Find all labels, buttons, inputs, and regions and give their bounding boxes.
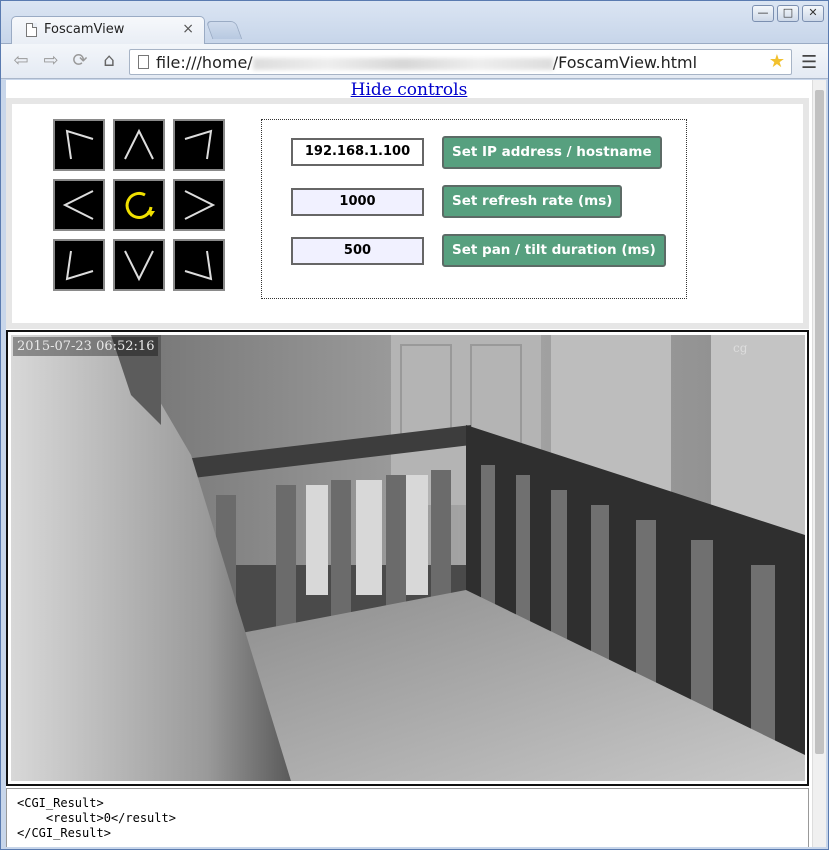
- pan-tilt-down-left-button[interactable]: [53, 239, 105, 291]
- bookmark-star-icon[interactable]: ★: [769, 51, 785, 72]
- page-icon: [26, 23, 37, 37]
- new-tab-button[interactable]: [205, 21, 243, 39]
- pan-tilt-up-button[interactable]: [113, 119, 165, 171]
- hide-controls-link[interactable]: Hide controls: [6, 80, 812, 100]
- refresh-icon: [125, 191, 155, 219]
- cgi-line: </CGI_Result>: [17, 826, 111, 840]
- pan-tilt-up-left-button[interactable]: [53, 119, 105, 171]
- arrow-down-right-icon: [184, 250, 213, 281]
- arrow-up-left-icon: [65, 129, 94, 160]
- arrow-up-icon: [124, 128, 154, 160]
- home-icon[interactable]: ⌂: [97, 50, 121, 72]
- cgi-line: <CGI_Result>: [17, 796, 104, 810]
- minimize-button[interactable]: —: [752, 5, 774, 22]
- camera-overlay-text: cg: [733, 341, 748, 355]
- tab-strip: FoscamView × — □ ✕: [1, 1, 828, 44]
- pan-tilt-right-button[interactable]: [173, 179, 225, 231]
- camera-frame: 2015-07-23 06:52:16 cg: [6, 330, 809, 786]
- arrow-down-left-icon: [65, 250, 94, 281]
- camera-image[interactable]: 2015-07-23 06:52:16 cg: [11, 335, 805, 781]
- tab-title: FoscamView: [44, 22, 125, 37]
- arrow-down-icon: [124, 250, 154, 282]
- scrollbar-thumb[interactable]: [815, 90, 824, 754]
- url-text: file:///home//FoscamView.html: [156, 53, 698, 72]
- close-tab-icon[interactable]: ×: [182, 21, 194, 37]
- pan-tilt-center-button[interactable]: [113, 179, 165, 231]
- browser-toolbar: ⇦ ⇨ ⟳ ⌂ file:///home//FoscamView.html ★ …: [1, 43, 828, 79]
- set-pan-tilt-duration-button[interactable]: Set pan / tilt duration (ms): [442, 234, 666, 267]
- pan-tilt-left-button[interactable]: [53, 179, 105, 231]
- arrow-up-right-icon: [184, 129, 213, 160]
- pan-tilt-down-right-button[interactable]: [173, 239, 225, 291]
- page-icon: [138, 55, 149, 69]
- pan-tilt-duration-input[interactable]: 500: [291, 237, 424, 265]
- tab-foscamview[interactable]: FoscamView ×: [11, 16, 205, 44]
- pan-tilt-down-button[interactable]: [113, 239, 165, 291]
- browser-window: FoscamView × — □ ✕ ⇦ ⇨ ⟳ ⌂ file:///home/…: [0, 0, 829, 850]
- page-viewport: Hide controls 192.168.1.100 Set IP addre…: [6, 80, 812, 847]
- camera-timestamp: 2015-07-23 06:52:16: [13, 337, 159, 356]
- cgi-result-frame: <CGI_Result> <result>0</result> </CGI_Res…: [6, 788, 809, 847]
- back-icon[interactable]: ⇦: [9, 50, 33, 72]
- settings-box: 192.168.1.100 Set IP address / hostname …: [261, 119, 687, 299]
- crib-scene-image: [11, 335, 805, 781]
- address-bar[interactable]: file:///home//FoscamView.html ★: [129, 49, 792, 75]
- arrow-right-icon: [184, 190, 216, 220]
- refresh-rate-input[interactable]: 1000: [291, 188, 424, 216]
- set-ip-button[interactable]: Set IP address / hostname: [442, 136, 662, 169]
- maximize-button[interactable]: □: [777, 5, 799, 22]
- set-refresh-rate-button[interactable]: Set refresh rate (ms): [442, 185, 623, 218]
- ip-address-input[interactable]: 192.168.1.100: [291, 138, 424, 166]
- forward-icon[interactable]: ⇨: [39, 50, 63, 72]
- reload-icon[interactable]: ⟳: [68, 50, 92, 72]
- controls-inner: 192.168.1.100 Set IP address / hostname …: [12, 104, 803, 323]
- vertical-scrollbar[interactable]: [812, 80, 826, 847]
- menu-icon[interactable]: ☰: [801, 52, 817, 73]
- cgi-line: <result>0</result>: [17, 811, 176, 825]
- controls-panel: 192.168.1.100 Set IP address / hostname …: [6, 98, 809, 329]
- pan-tilt-up-right-button[interactable]: [173, 119, 225, 171]
- close-window-button[interactable]: ✕: [802, 5, 824, 22]
- cgi-result-text: <CGI_Result> <result>0</result> </CGI_Res…: [17, 796, 176, 841]
- arrow-left-icon: [62, 190, 94, 220]
